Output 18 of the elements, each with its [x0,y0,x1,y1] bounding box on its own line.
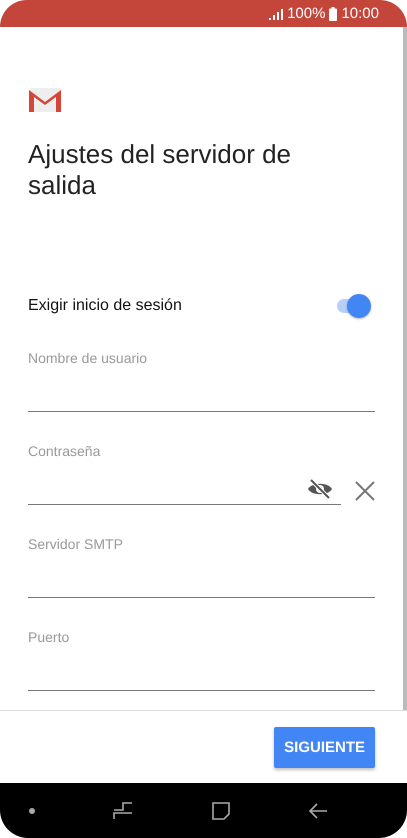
require-login-label: Exigir inicio de sesión [28,297,182,315]
page-title: Ajustes del servidor de salida [28,139,292,201]
signal-icon [269,8,284,20]
battery-icon [329,6,338,20]
battery-percent: 100% [287,5,326,22]
back-icon[interactable] [308,802,328,818]
home-icon[interactable] [212,802,230,820]
next-button[interactable]: SIGUIENTE [274,726,375,768]
close-icon[interactable] [355,481,375,501]
mail-logo-icon [28,87,62,113]
input-field[interactable]: Nombre de usuario [28,345,375,412]
hidden-eye-icon[interactable] [307,479,333,499]
input-field[interactable]: Puerto [28,624,375,691]
require-login-switch[interactable] [335,293,373,319]
recents-icon[interactable] [113,802,134,820]
clock: 10:00 [341,5,379,22]
dot-icon [29,808,36,814]
input-field[interactable]: Servidor SMTP [28,531,375,598]
